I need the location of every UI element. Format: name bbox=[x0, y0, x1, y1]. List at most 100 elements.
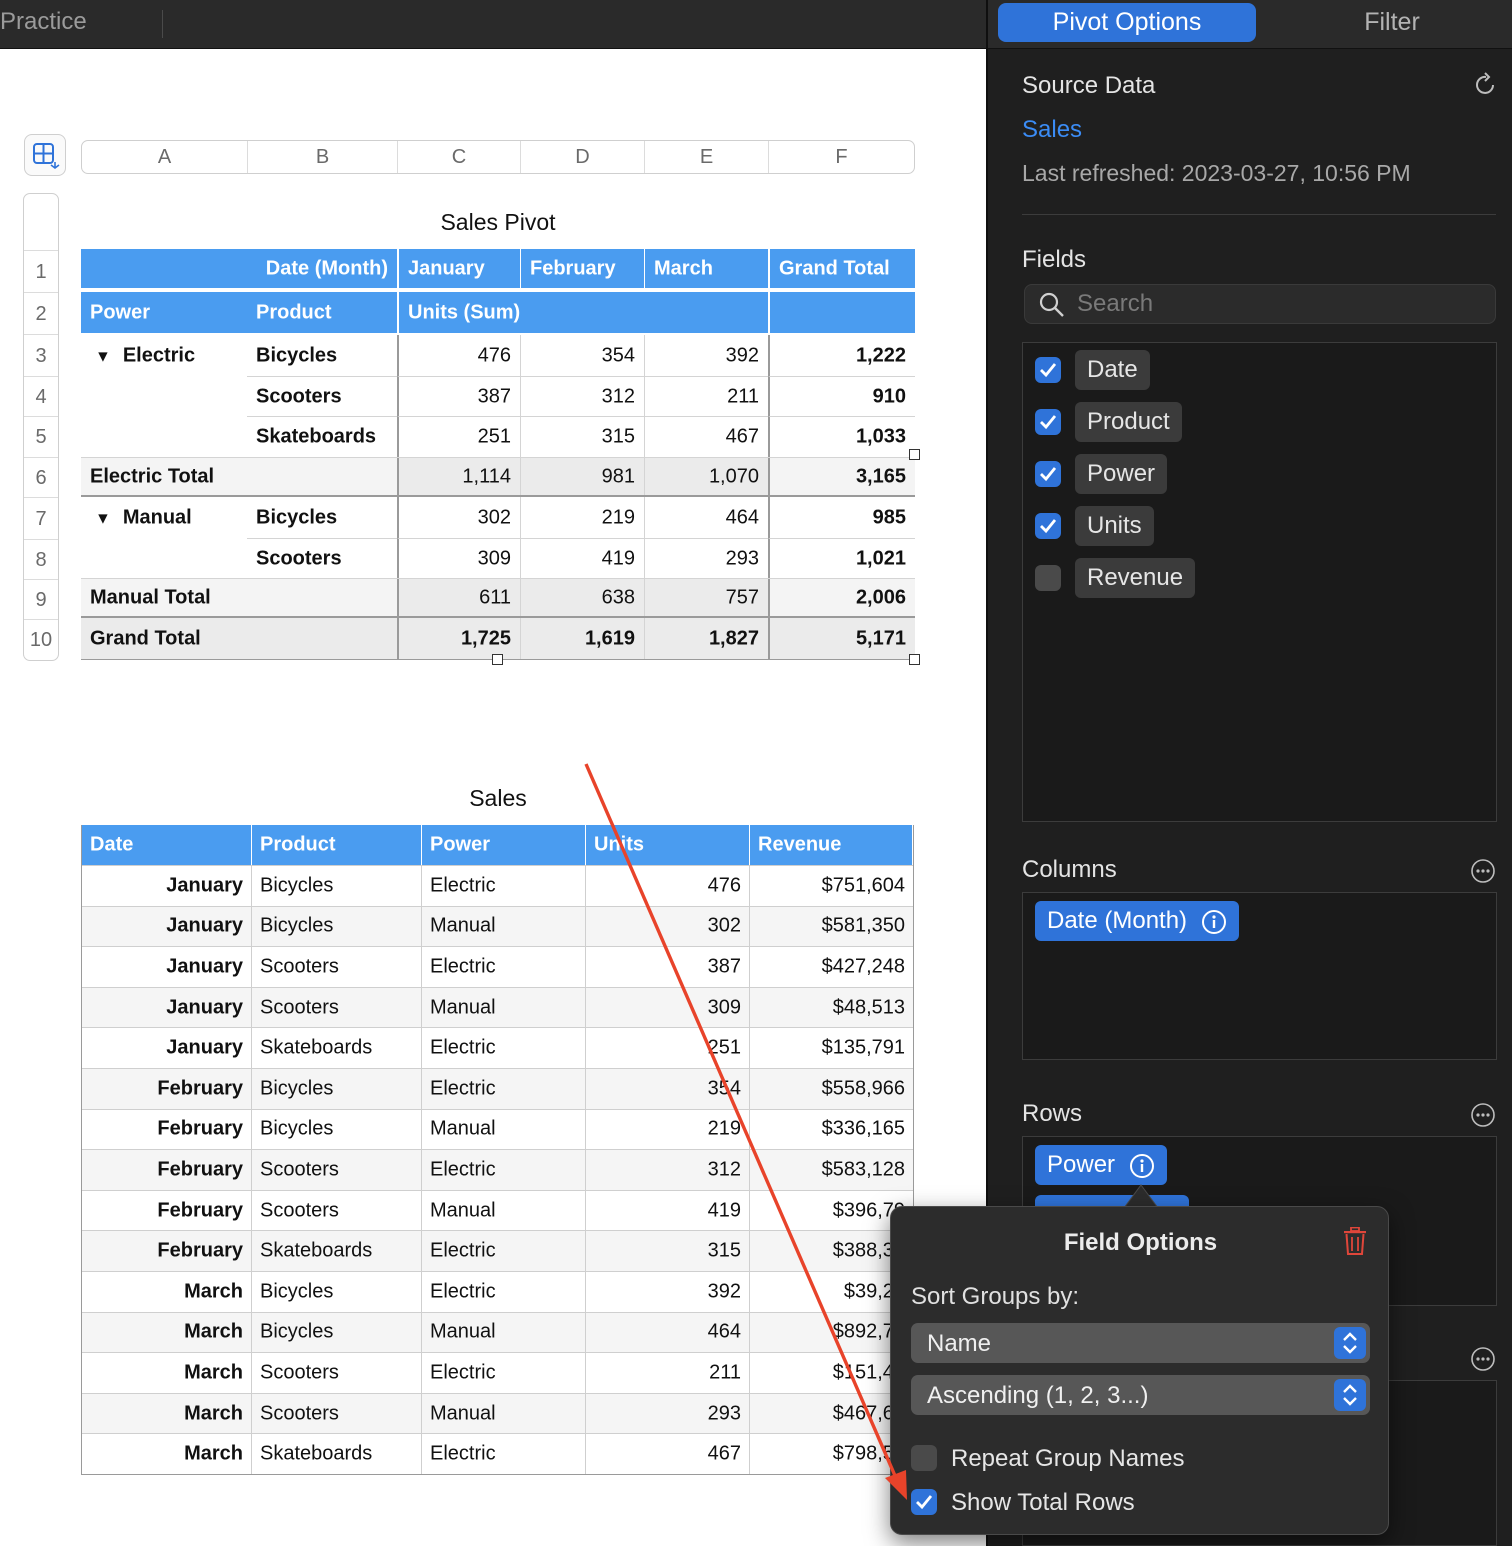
info-icon[interactable] bbox=[1129, 1153, 1155, 1179]
pivot-value-cell[interactable]: 219 bbox=[520, 497, 644, 538]
row-header[interactable]: 6 bbox=[24, 457, 58, 497]
pivot-value-cell[interactable]: 315 bbox=[520, 416, 644, 457]
table-cell[interactable]: March bbox=[82, 1434, 252, 1474]
table-cell[interactable]: Manual bbox=[422, 906, 586, 947]
sales-header-cell[interactable]: Power bbox=[422, 825, 586, 865]
pivot-row-field-label[interactable]: Product bbox=[247, 292, 397, 333]
table-select-button[interactable] bbox=[24, 134, 66, 176]
pivot-value-cell[interactable]: 467 bbox=[644, 416, 768, 457]
row-header[interactable]: 10 bbox=[24, 619, 58, 660]
pivot-row-field-label[interactable]: Power bbox=[81, 292, 247, 333]
field-checkbox[interactable] bbox=[1035, 461, 1061, 487]
table-cell[interactable]: 302 bbox=[586, 906, 750, 947]
table-cell[interactable]: $583,128 bbox=[750, 1150, 913, 1190]
pivot-measure-label[interactable]: Units (Sum) bbox=[397, 292, 768, 333]
pivot-product-cell[interactable]: Scooters bbox=[247, 376, 397, 416]
pivot-grand-total-cell[interactable]: 1,619 bbox=[520, 618, 644, 659]
sales-header-cell[interactable]: Revenue bbox=[750, 825, 913, 865]
pivot-value-cell[interactable]: 354 bbox=[520, 335, 644, 376]
show-total-rows-checkbox[interactable] bbox=[911, 1489, 937, 1515]
pivot-group-cell[interactable] bbox=[81, 416, 247, 457]
table-cell[interactable]: $396,79 bbox=[750, 1191, 913, 1231]
field-checkbox[interactable] bbox=[1035, 409, 1061, 435]
field-name-pill[interactable]: Date bbox=[1075, 350, 1150, 390]
refresh-icon[interactable] bbox=[1474, 72, 1498, 98]
field-name-pill[interactable]: Product bbox=[1075, 402, 1182, 442]
table-cell[interactable]: Electric bbox=[422, 866, 586, 906]
table-cell[interactable]: 211 bbox=[586, 1353, 750, 1393]
field-search-input[interactable] bbox=[1077, 289, 1477, 319]
table-cell[interactable]: March bbox=[82, 1393, 252, 1434]
pivot-value-cell[interactable]: 312 bbox=[520, 376, 644, 416]
table-cell[interactable]: January bbox=[82, 987, 252, 1028]
table-cell[interactable]: $892,73 bbox=[750, 1313, 913, 1353]
pivot-grand-total-cell[interactable]: 1,725 bbox=[397, 618, 520, 659]
pivot-value-cell[interactable]: 464 bbox=[644, 497, 768, 538]
table-cell[interactable]: Electric bbox=[422, 947, 586, 987]
pivot-group-cell[interactable] bbox=[81, 376, 247, 416]
column-header[interactable]: D bbox=[521, 141, 645, 173]
row-header[interactable]: 4 bbox=[24, 376, 58, 416]
table-cell[interactable]: February bbox=[82, 1190, 252, 1231]
table-cell[interactable]: Scooters bbox=[252, 1393, 422, 1434]
tab-filter[interactable]: Filter bbox=[1264, 3, 1512, 42]
table-cell[interactable]: February bbox=[82, 1150, 252, 1190]
column-header[interactable]: F bbox=[769, 141, 914, 173]
info-icon[interactable] bbox=[1201, 909, 1227, 935]
table-cell[interactable]: Skateboards bbox=[252, 1231, 422, 1271]
table-cell[interactable]: Electric bbox=[422, 1068, 586, 1109]
table-cell[interactable]: Manual bbox=[422, 1312, 586, 1353]
table-cell[interactable]: 312 bbox=[586, 1150, 750, 1190]
table-cell[interactable]: Skateboards bbox=[252, 1434, 422, 1474]
table-cell[interactable]: 309 bbox=[586, 987, 750, 1028]
table-cell[interactable]: $581,350 bbox=[750, 907, 913, 947]
pivot-subtotal-total[interactable]: 2,006 bbox=[768, 579, 915, 616]
table-cell[interactable]: 354 bbox=[586, 1068, 750, 1109]
table-cell[interactable]: February bbox=[82, 1231, 252, 1271]
table-cell[interactable]: Electric bbox=[422, 1353, 586, 1393]
pivot-column-field-label[interactable]: Date (Month) bbox=[81, 249, 397, 288]
more-options-icon[interactable] bbox=[1470, 1346, 1496, 1372]
pivot-value-cell[interactable]: 392 bbox=[644, 335, 768, 376]
row-header[interactable]: 5 bbox=[24, 416, 58, 457]
table-cell[interactable]: February bbox=[82, 1068, 252, 1109]
pivot-subtotal-cell[interactable]: 981 bbox=[520, 458, 644, 495]
table-cell[interactable]: January bbox=[82, 906, 252, 947]
more-options-icon[interactable] bbox=[1470, 1102, 1496, 1128]
table-cell[interactable]: 464 bbox=[586, 1312, 750, 1353]
pivot-product-cell[interactable]: Scooters bbox=[247, 538, 397, 578]
table-cell[interactable]: $467,62 bbox=[750, 1394, 913, 1434]
table-cell[interactable]: Bicycles bbox=[252, 1312, 422, 1353]
pivot-group-cell[interactable] bbox=[81, 538, 247, 578]
table-cell[interactable]: Scooters bbox=[252, 947, 422, 987]
disclosure-triangle-icon[interactable]: ▼ bbox=[95, 348, 111, 365]
repeat-group-names-checkbox[interactable] bbox=[911, 1445, 937, 1471]
resize-handle[interactable] bbox=[909, 449, 920, 460]
table-cell[interactable]: Bicycles bbox=[252, 1109, 422, 1150]
pivot-value-cell[interactable]: 387 bbox=[397, 376, 520, 416]
table-cell[interactable]: Bicycles bbox=[252, 1068, 422, 1109]
table-cell[interactable]: Electric bbox=[422, 1271, 586, 1312]
table-cell[interactable]: $336,165 bbox=[750, 1110, 913, 1150]
disclosure-triangle-icon[interactable]: ▼ bbox=[95, 510, 111, 527]
table-cell[interactable]: 387 bbox=[586, 947, 750, 987]
table-cell[interactable]: February bbox=[82, 1109, 252, 1150]
resize-handle[interactable] bbox=[492, 654, 503, 665]
sales-header-cell[interactable]: Product bbox=[252, 825, 422, 865]
source-data-link[interactable]: Sales bbox=[1022, 116, 1082, 144]
field-name-pill[interactable]: Power bbox=[1075, 454, 1168, 494]
table-cell[interactable]: Electric bbox=[422, 1028, 586, 1068]
pivot-subtotal-cell[interactable]: 611 bbox=[397, 579, 520, 616]
pivot-grand-total-cell[interactable]: 1,827 bbox=[644, 618, 768, 659]
table-cell[interactable]: Bicycles bbox=[252, 906, 422, 947]
pivot-product-cell[interactable]: Bicycles bbox=[247, 335, 397, 376]
pivot-subtotal-total[interactable]: 3,165 bbox=[768, 458, 915, 495]
row-header[interactable]: 1 bbox=[24, 250, 58, 292]
table-cell[interactable]: $135,791 bbox=[750, 1028, 913, 1068]
pivot-value-cell[interactable]: 211 bbox=[644, 376, 768, 416]
table-cell[interactable]: January bbox=[82, 947, 252, 987]
document-title[interactable]: Practice bbox=[0, 8, 87, 36]
table-cell[interactable]: 293 bbox=[586, 1393, 750, 1434]
pivot-total-cell[interactable]: 1,021 bbox=[768, 538, 915, 578]
table-cell[interactable]: Bicycles bbox=[252, 866, 422, 906]
